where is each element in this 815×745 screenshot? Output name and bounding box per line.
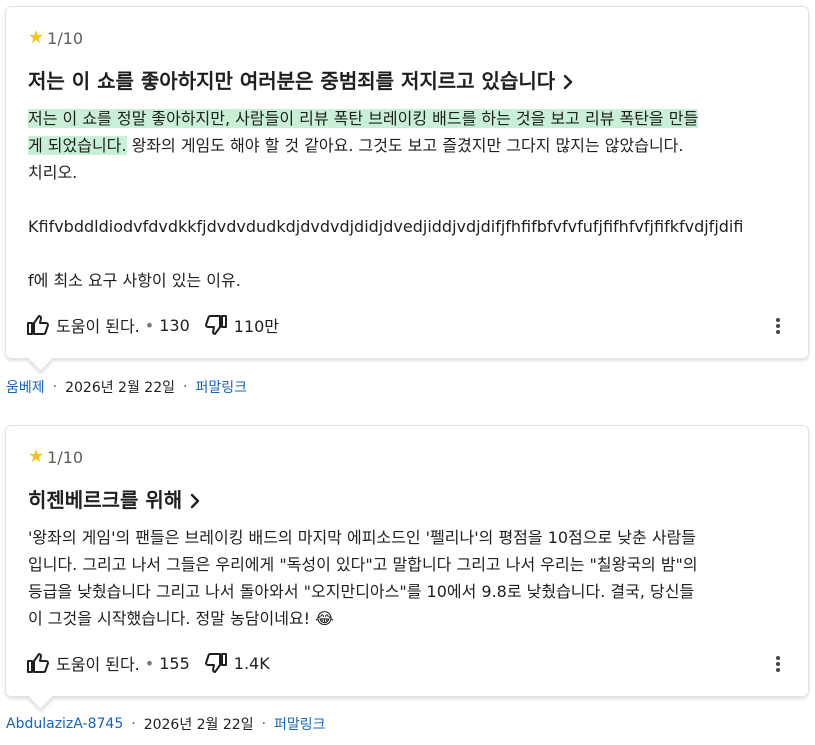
thumb-down-icon[interactable] — [204, 651, 228, 675]
thumb-down-icon[interactable] — [204, 313, 228, 337]
star-icon: ★ — [28, 446, 45, 467]
rating-value: 1/10 — [47, 28, 84, 48]
highlighted-text: 저는 이 쇼를 정말 좋아하지만, 사람들이 리뷰 폭탄 브레이킹 배드를 하는… — [28, 109, 699, 128]
review-title-link[interactable]: 히젠베르크를 위해 — [28, 478, 788, 518]
review-title: 히젠베르크를 위해 — [28, 487, 183, 512]
highlighted-text: 게 되었습니다. — [28, 136, 127, 155]
more-vert-icon[interactable] — [766, 314, 790, 338]
permalink[interactable]: 퍼말링크 — [195, 377, 247, 397]
review-meta: AbdulazizA-8745 · 2026년 2월 22일 · 퍼말링크 — [6, 714, 326, 734]
chevron-right-icon — [563, 71, 573, 90]
body-text: f에 최소 요구 사항이 있는 이유. — [28, 271, 241, 290]
author-link[interactable]: AbdulazizA-8745 — [6, 716, 123, 732]
helpful-label: 도움이 된다. — [56, 317, 140, 336]
thumb-up-icon[interactable] — [26, 651, 50, 675]
body-text: 치리오. — [28, 163, 78, 182]
review-card: ★ 1/10 저는 이 쇼를 좋아하지만 여러분은 중범죄를 저지르고 있습니다… — [6, 7, 808, 358]
review-date: 2026년 2월 22일 — [65, 380, 175, 396]
body-text: 왕좌의 게임도 해야 할 것 같아요. 그것도 보고 즐겼지만 그다지 많지는 … — [126, 136, 684, 155]
rating-value: 1/10 — [47, 447, 84, 467]
rating: ★ 1/10 — [28, 27, 788, 49]
review-meta: 움베제 · 2026년 2월 22일 · 퍼말링크 — [6, 377, 247, 397]
thumb-up-icon[interactable] — [26, 313, 50, 337]
body-text: 이 그것을 시작했습니다. 정말 농담이네요! 😂 — [28, 609, 334, 628]
helpful-label: 도움이 된다. — [56, 655, 140, 674]
chevron-right-icon — [190, 490, 200, 509]
review-card: ★ 1/10 히젠베르크를 위해 '왕좌의 게임'의 팬들은 브레이킹 배드의 … — [6, 426, 808, 696]
unhelpful-count: 110만 — [233, 317, 280, 336]
review-actions: 도움이 된다. • 130 110만 — [26, 310, 790, 340]
body-text: '왕좌의 게임'의 팬들은 브레이킹 배드의 마지막 에피소드인 '펠리나'의 … — [28, 528, 696, 547]
rating: ★ 1/10 — [28, 446, 788, 468]
star-icon: ★ — [28, 27, 45, 48]
more-vert-icon[interactable] — [766, 652, 790, 676]
review-body: '왕좌의 게임'의 팬들은 브레이킹 배드의 마지막 에피소드인 '펠리나'의 … — [28, 524, 788, 632]
review-actions: 도움이 된다. • 155 1.4K — [26, 648, 790, 678]
body-text: 등급을 낮췄습니다 그리고 나서 돌아와서 "오지만디아스"를 10에서 9.8… — [28, 582, 695, 601]
unhelpful-count: 1.4K — [233, 653, 270, 673]
helpful-count: 130 — [159, 315, 190, 335]
review-body: 저는 이 쇼를 정말 좋아하지만, 사람들이 리뷰 폭탄 브레이킹 배드를 하는… — [28, 105, 788, 294]
permalink[interactable]: 퍼말링크 — [274, 714, 326, 734]
body-text: 입니다. 그리고 나서 그들은 우리에게 "독성이 있다"고 말합니다 그리고 … — [28, 555, 698, 574]
author-link[interactable]: 움베제 — [6, 377, 45, 397]
review-title-link[interactable]: 저는 이 쇼를 좋아하지만 여러분은 중범죄를 저지르고 있습니다 — [28, 59, 788, 99]
review-title: 저는 이 쇼를 좋아하지만 여러분은 중범죄를 저지르고 있습니다 — [28, 68, 556, 93]
body-text: Kfifvbddldiodvfdvdkkfjdvdvdudkdjdvdvdjdi… — [28, 217, 744, 236]
review-date: 2026년 2월 22일 — [143, 717, 254, 733]
helpful-count: 155 — [159, 653, 190, 673]
